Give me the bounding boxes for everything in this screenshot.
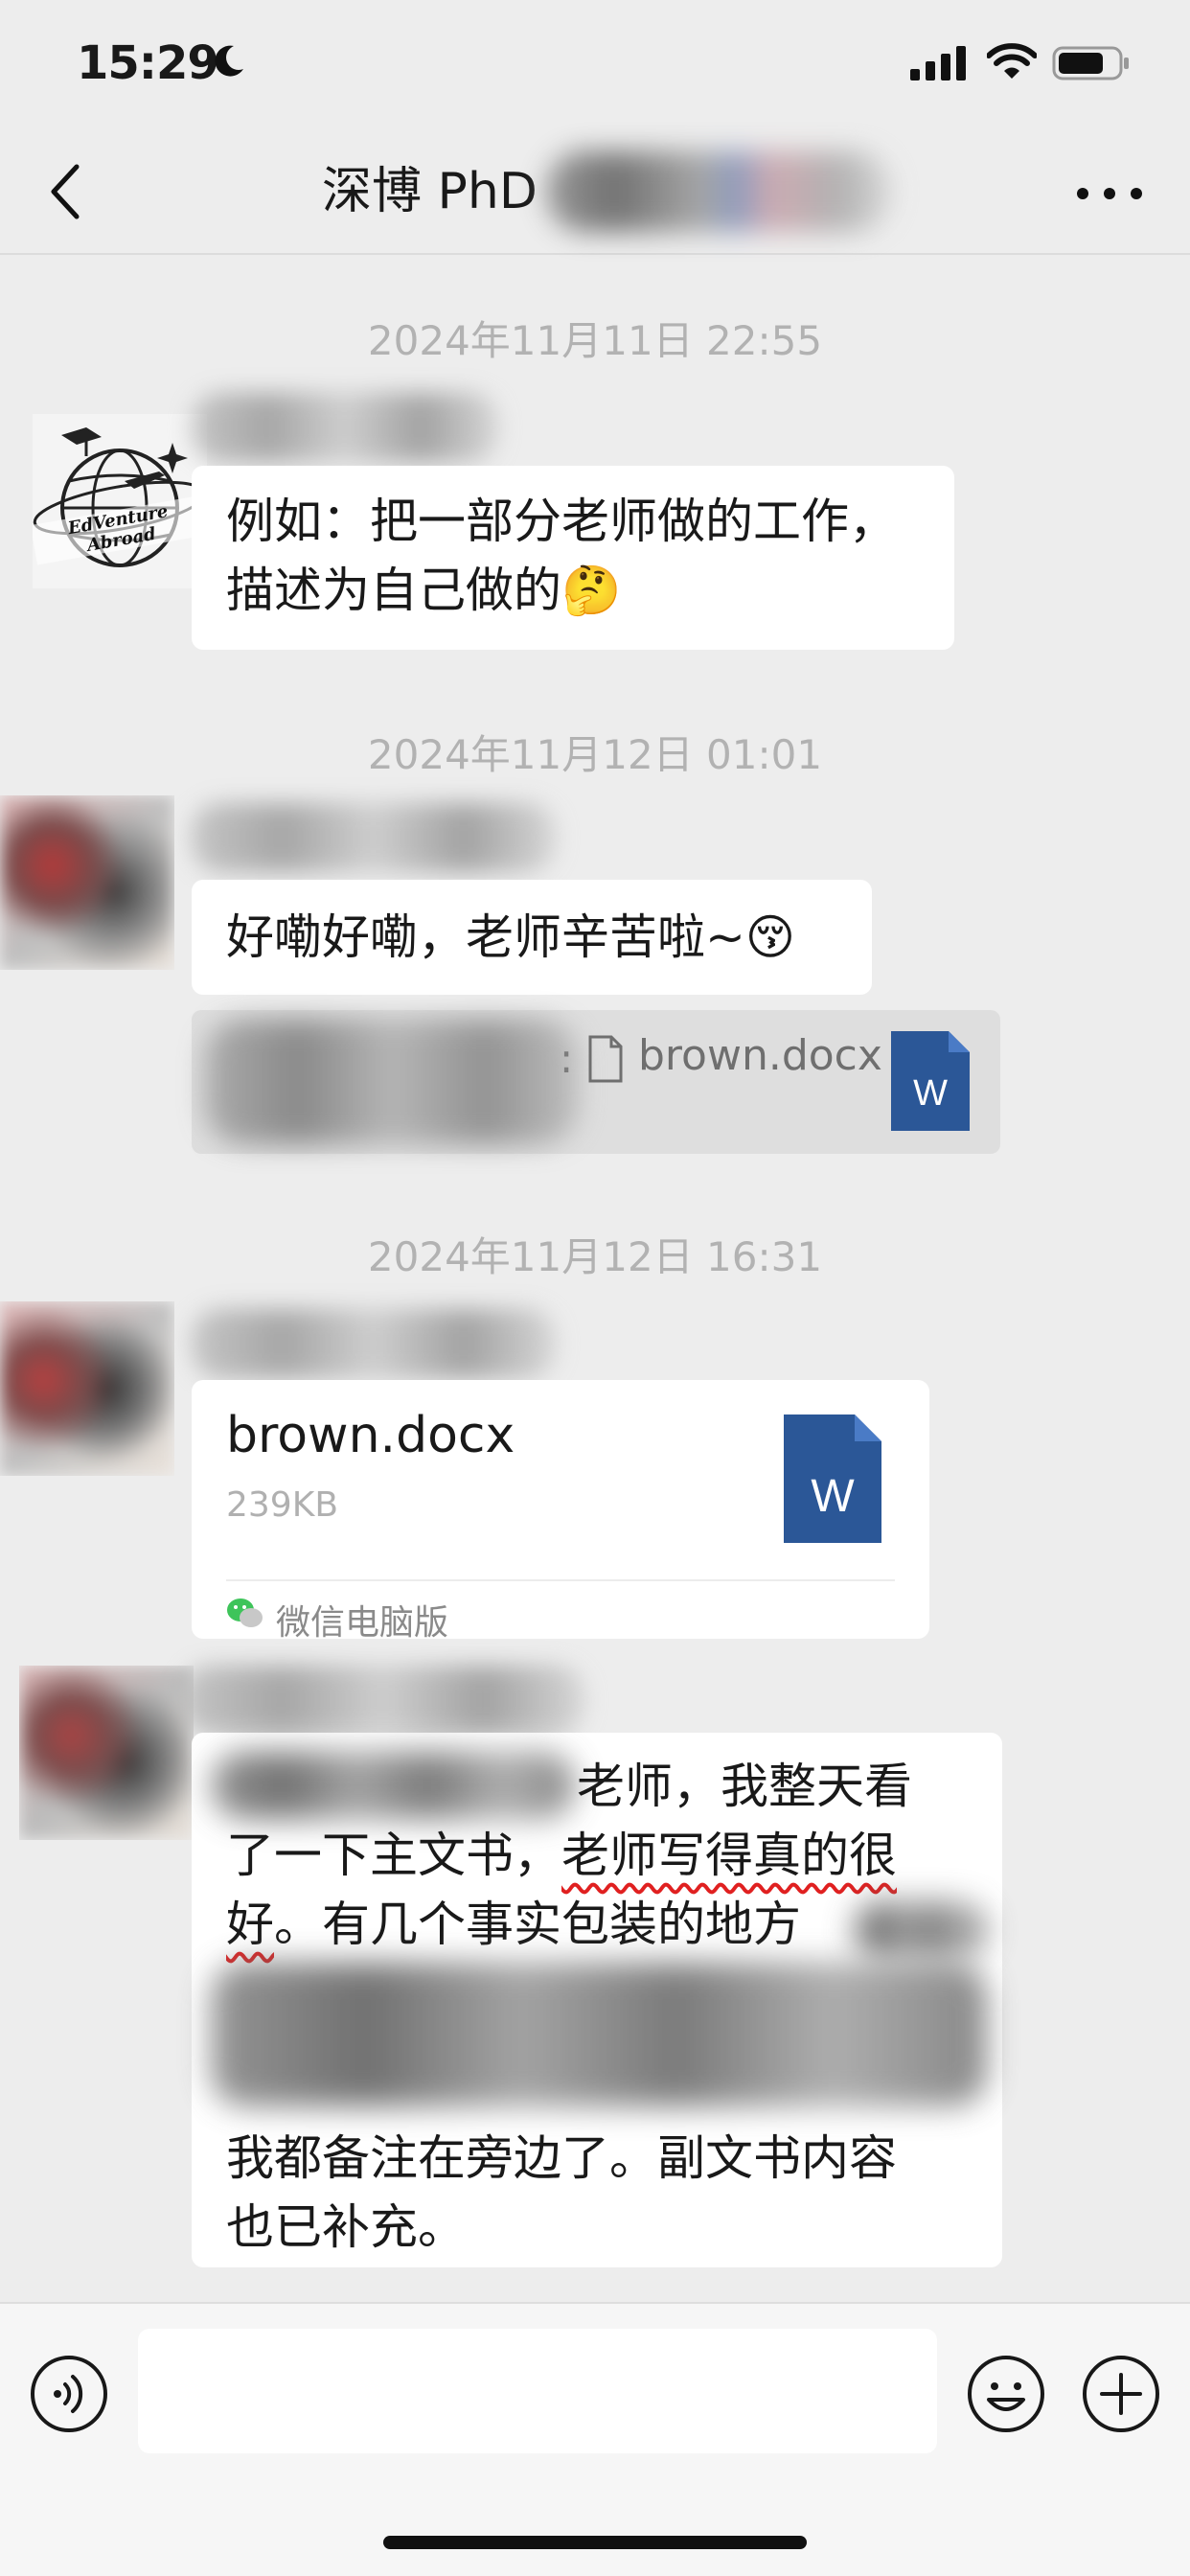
- redacted-text: [853, 1901, 987, 1959]
- avatar-redacted[interactable]: [0, 1301, 174, 1476]
- cellular-signal-icon: [910, 46, 966, 80]
- redacted-sender-name: [182, 1666, 584, 1735]
- more-options-icon[interactable]: [1071, 180, 1148, 207]
- highlighted-text: 老师写得真的很: [561, 1828, 897, 1883]
- message-text-line: 也已补充。: [226, 2199, 466, 2255]
- word-icon-letter: W: [913, 1073, 948, 1114]
- avatar-edventure-abroad[interactable]: EdVenture Abroad: [33, 414, 207, 588]
- nav-bar: 深博 PhD: [0, 130, 1190, 255]
- home-indicator[interactable]: [383, 2536, 807, 2549]
- message-text-line: 好。有几个事实包装的地方: [226, 1890, 801, 1959]
- voice-input-icon[interactable]: [29, 2354, 109, 2434]
- status-time: 15:29: [77, 36, 219, 90]
- file-size: 239KB: [226, 1485, 339, 1525]
- file-source-label: 微信电脑版: [276, 1603, 449, 1643]
- highlighted-text: 好: [226, 1897, 274, 1952]
- message-bubble[interactable]: 例如：把一部分老师做的工作， 描述为自己做的🤔: [192, 466, 954, 650]
- redacted-sender-name: [192, 1309, 556, 1378]
- message-text-line: 例如：把一部分老师做的工作，: [226, 494, 897, 549]
- message-text-segment: 了一下主文书，: [226, 1828, 561, 1883]
- message-bubble[interactable]: 老师，我整天看 了一下主文书，老师写得真的很 好。有几个事实包装的地方 我都备注…: [192, 1733, 1002, 2267]
- redacted-text: [211, 1752, 575, 1819]
- message-text-line: 了一下主文书，老师写得真的很: [226, 1821, 897, 1890]
- wechat-icon: [227, 1598, 263, 1627]
- redacted-sender-name: [192, 393, 498, 462]
- message-input[interactable]: [138, 2329, 937, 2453]
- file-message-card[interactable]: brown.docx 239KB W 微信电脑版: [192, 1380, 929, 1643]
- message-text-line: 我都备注在旁边了。副文书内容: [226, 2130, 897, 2186]
- message-timestamp: 2024年11月12日 01:01: [367, 731, 823, 778]
- plus-icon[interactable]: [1081, 2354, 1161, 2434]
- document-icon: [588, 1035, 623, 1083]
- message-timestamp: 2024年11月11日 22:55: [367, 317, 823, 364]
- status-bar: 15:29: [0, 0, 1190, 130]
- word-document-icon: W: [891, 1031, 970, 1135]
- redacted-title: [546, 151, 891, 232]
- message-text-line: 老师，我整天看: [577, 1759, 912, 1814]
- avatar-redacted[interactable]: [0, 795, 174, 970]
- moon-icon: [215, 45, 243, 77]
- wifi-icon: [987, 43, 1037, 79]
- message-timestamp: 2024年11月12日 16:31: [367, 1233, 823, 1280]
- message-text-line: 描述为自己做的🤔: [226, 563, 622, 618]
- message-text: 好嘞好嘞，老师辛苦啦~😚: [226, 909, 796, 965]
- word-icon-letter: W: [811, 1471, 855, 1522]
- redacted-sender-name: [192, 803, 556, 872]
- quoted-file-name: brown.docx: [638, 1031, 882, 1080]
- redacted-text: [211, 1963, 987, 2106]
- file-name: brown.docx: [226, 1407, 515, 1464]
- emoji-icon[interactable]: [966, 2354, 1046, 2434]
- redacted-quote-sender: [205, 1020, 579, 1144]
- chat-title: 深博 PhD: [322, 163, 538, 220]
- quoted-file-reply[interactable]: : brown.docx W: [192, 1010, 1000, 1154]
- message-bubble[interactable]: 好嘞好嘞，老师辛苦啦~😚: [192, 880, 872, 995]
- word-document-icon: W: [784, 1414, 881, 1547]
- quote-colon: :: [560, 1035, 574, 1082]
- message-text-segment: 。有几个事实包装的地方: [274, 1897, 801, 1952]
- battery-icon: [1052, 46, 1129, 80]
- divider: [226, 1579, 895, 1581]
- avatar-redacted[interactable]: [19, 1666, 194, 1840]
- back-icon[interactable]: [42, 157, 88, 226]
